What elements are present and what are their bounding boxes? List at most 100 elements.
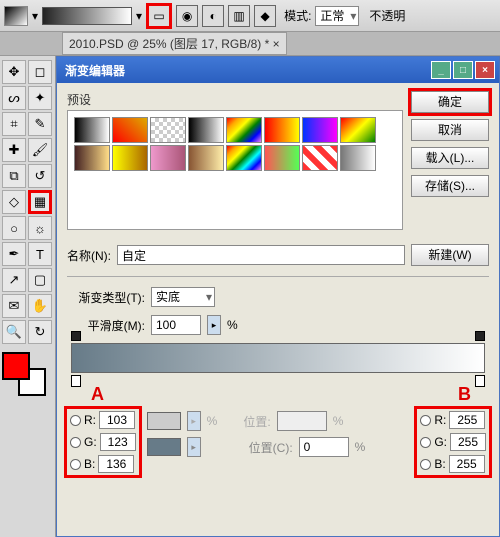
pen-tool-icon[interactable]: ✒	[2, 242, 26, 266]
preset-swatch[interactable]	[112, 117, 148, 143]
marker-b: B	[458, 384, 471, 405]
radio-r[interactable]	[70, 415, 81, 426]
preset-swatch[interactable]	[340, 117, 376, 143]
ok-button[interactable]: 确定	[411, 91, 489, 113]
type-select[interactable]: 实底	[151, 287, 215, 307]
smooth-popup-icon[interactable]: ▸	[207, 315, 221, 335]
color-swatches[interactable]	[2, 352, 46, 396]
close-button[interactable]: ×	[475, 61, 495, 79]
preset-swatch[interactable]	[150, 117, 186, 143]
shape-tool-icon[interactable]: ▢	[28, 268, 52, 292]
mode-select[interactable]: 正常	[315, 6, 359, 26]
b-input-right[interactable]	[449, 455, 485, 473]
radio-r2[interactable]	[420, 415, 431, 426]
color-stop-right[interactable]	[475, 375, 485, 387]
eyedropper-tool-icon[interactable]: ✎	[28, 112, 52, 136]
name-input[interactable]	[117, 245, 405, 265]
color-stop-left[interactable]	[71, 375, 81, 387]
titlebar[interactable]: 渐变编辑器 _ □ ×	[57, 57, 499, 83]
r-input-left[interactable]	[99, 411, 135, 429]
eraser-tool-icon[interactable]: ◇	[2, 190, 26, 214]
path-tool-icon[interactable]: ↗	[2, 268, 26, 292]
preset-swatch[interactable]	[74, 117, 110, 143]
wand-tool-icon[interactable]: ✦	[28, 86, 52, 110]
notes-tool-icon[interactable]: ✉	[2, 294, 26, 318]
heal-tool-icon[interactable]: ✚	[2, 138, 26, 162]
diamond-gradient-button[interactable]: ◆	[254, 5, 276, 27]
opacity-label: 不透明	[369, 7, 405, 24]
foreground-color-swatch[interactable]	[2, 352, 30, 380]
opacity-stop-left[interactable]	[71, 331, 81, 341]
cancel-button[interactable]: 取消	[411, 119, 489, 141]
gradient-bar[interactable]: A B	[71, 343, 485, 373]
g-input-left[interactable]	[100, 433, 136, 451]
preset-swatch[interactable]	[226, 145, 262, 171]
linear-gradient-button[interactable]: ▭	[146, 3, 172, 29]
chevron-down-icon[interactable]: ▾	[32, 9, 38, 23]
tool-preset-icon[interactable]	[4, 6, 28, 26]
preset-swatch[interactable]	[188, 145, 224, 171]
history-brush-icon[interactable]: ↺	[28, 164, 52, 188]
presets-label: 预设	[67, 91, 403, 108]
save-button[interactable]: 存储(S)...	[411, 175, 489, 197]
radio-b2[interactable]	[420, 459, 431, 470]
position-input[interactable]	[299, 437, 349, 457]
rgb-left-group: R: G: B:	[67, 409, 139, 475]
document-tab[interactable]: 2010.PSD @ 25% (图层 17, RGB/8) * ×	[62, 32, 287, 55]
gradient-preview[interactable]	[42, 7, 132, 25]
zoom-tool-icon[interactable]: 🔍	[2, 320, 26, 344]
new-button[interactable]: 新建(W)	[411, 244, 489, 266]
preset-swatch[interactable]	[264, 117, 300, 143]
preset-swatch[interactable]	[150, 145, 186, 171]
load-button[interactable]: 载入(L)...	[411, 147, 489, 169]
smooth-input[interactable]	[151, 315, 201, 335]
b-input-left[interactable]	[98, 455, 134, 473]
document-bar: 2010.PSD @ 25% (图层 17, RGB/8) * ×	[0, 32, 500, 56]
preset-swatch[interactable]	[302, 145, 338, 171]
marquee-tool-icon[interactable]: ◻	[28, 60, 52, 84]
preset-swatch[interactable]	[226, 117, 262, 143]
radio-g2[interactable]	[420, 437, 431, 448]
dodge-tool-icon[interactable]: ☼	[28, 216, 52, 240]
stop-color-chip[interactable]	[147, 438, 181, 456]
position-disabled-input	[277, 411, 327, 431]
preset-swatch[interactable]	[302, 117, 338, 143]
stamp-tool-icon[interactable]: ⧉	[2, 164, 26, 188]
type-value: 实底	[156, 290, 180, 304]
color-popup-icon[interactable]: ▸	[187, 437, 201, 457]
position-disabled-label: 位置:	[243, 413, 270, 430]
type-label: 渐变类型(T):	[67, 289, 145, 306]
preset-swatch[interactable]	[188, 117, 224, 143]
radio-b[interactable]	[70, 459, 81, 470]
percent-label: %	[227, 318, 238, 332]
opacity-stop-right[interactable]	[475, 331, 485, 341]
hand-tool-icon[interactable]: ✋	[28, 294, 52, 318]
radio-g[interactable]	[70, 437, 81, 448]
gradient-editor-dialog: 渐变编辑器 _ □ × 预设	[56, 56, 500, 537]
lasso-tool-icon[interactable]: ᔕ	[2, 86, 26, 110]
type-tool-icon[interactable]: T	[28, 242, 52, 266]
radial-gradient-button[interactable]: ◉	[176, 5, 198, 27]
angle-gradient-button[interactable]: ◐	[202, 5, 224, 27]
options-bar: ▾ ▾ ▭ ◉ ◐ ▥ ◆ 模式: 正常 不透明	[0, 0, 500, 32]
r-input-right[interactable]	[449, 411, 485, 429]
preset-grid[interactable]	[67, 110, 403, 230]
opacity-color-chip	[147, 412, 181, 430]
preset-swatch[interactable]	[264, 145, 300, 171]
chevron-icon: ▸	[187, 411, 201, 431]
brush-tool-icon[interactable]: 🖌	[28, 138, 52, 162]
move-tool-icon[interactable]: ✥	[2, 60, 26, 84]
preset-swatch[interactable]	[112, 145, 148, 171]
maximize-button[interactable]: □	[453, 61, 473, 79]
rotate-view-icon[interactable]: ↻	[28, 320, 52, 344]
gradient-tool-icon[interactable]: ▦	[28, 190, 52, 214]
g-input-right[interactable]	[450, 433, 486, 451]
close-icon[interactable]: ×	[273, 37, 280, 51]
reflected-gradient-button[interactable]: ▥	[228, 5, 250, 27]
preset-swatch[interactable]	[340, 145, 376, 171]
blur-tool-icon[interactable]: ○	[2, 216, 26, 240]
preset-swatch[interactable]	[74, 145, 110, 171]
crop-tool-icon[interactable]: ⌗	[2, 112, 26, 136]
minimize-button[interactable]: _	[431, 61, 451, 79]
chevron-down-icon[interactable]: ▾	[136, 9, 142, 23]
